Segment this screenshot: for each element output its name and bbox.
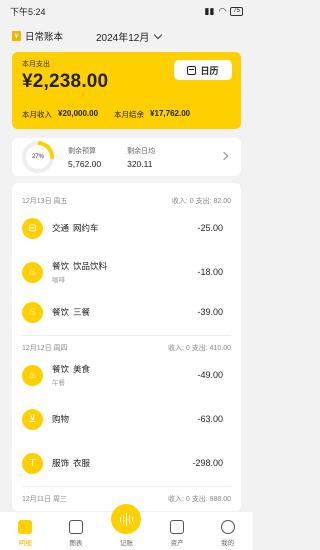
balance-group: 本月结余 ¥17,762.00 [114, 109, 190, 120]
remaining-budget-value: 5,762.00 [68, 158, 102, 169]
status-time: 下午5:24 [10, 6, 46, 17]
transaction-subcategory: 饮品饮料 [73, 261, 108, 271]
list-icon [18, 520, 33, 534]
transaction-subcategory: 衣服 [73, 458, 91, 468]
transaction-subcategory: 美食 [73, 364, 91, 374]
nav-mine-label: 我的 [221, 540, 235, 547]
user-icon [220, 520, 235, 534]
transport-icon: ⊟ [22, 217, 43, 239]
day-totals: 收入: 0 支出: 988.00 [167, 496, 231, 503]
balance-label: 本月结余 [114, 110, 145, 119]
shopping-cart-icon: ⊻ [22, 408, 43, 430]
section-divider [22, 335, 231, 336]
daily-average-value: 320.11 [127, 158, 153, 169]
transaction-amount: -39.00 [197, 307, 223, 317]
day-header: 12月12日 周四 收入: 0 支出: 410.00 [12, 340, 241, 356]
food-icon: ♨ [22, 364, 43, 386]
book-icon: ¥ [12, 31, 21, 41]
income-group: 本月收入 ¥20,000.00 [22, 109, 98, 120]
income-amount: ¥20,000.00 [58, 109, 99, 118]
bottom-nav: 明细 图表 记账 资产 我的 [0, 504, 253, 550]
transaction-category: 餐饮 [52, 261, 70, 271]
month-selector[interactable]: 2024年12月 [96, 29, 163, 44]
transaction-subcategory: 网约车 [73, 223, 99, 233]
status-bar: 下午5:24 ▮▮ ◠ 75 [0, 0, 253, 22]
chevron-right-icon [219, 151, 229, 161]
chart-icon [68, 520, 83, 534]
nav-chart[interactable]: 图表 [56, 520, 96, 547]
remaining-budget: 剩余预算 5,762.00 [68, 146, 101, 169]
calendar-button[interactable]: 日历 [174, 60, 232, 80]
transaction-list[interactable]: 12月13日 周五 收入: 0 支出: 82.00 ⊟ 交通 网约车 -25.00… [12, 183, 241, 511]
food-icon: ♨ [22, 261, 43, 283]
transaction-row[interactable]: ⊟ 交通 网约车 -25.00 [12, 209, 241, 247]
transaction-category: 餐饮 [52, 307, 70, 317]
month-label: 2024年12月 [96, 32, 150, 44]
nav-record-label: 记账 [119, 540, 133, 547]
balance-amount: ¥17,762.00 [150, 109, 191, 118]
transaction-amount: -298.00 [192, 458, 223, 468]
transaction-note: 午餐 [52, 380, 65, 387]
chevron-down-icon [154, 30, 163, 39]
daily-average-label: 剩余日均 [127, 147, 156, 155]
nav-bill-label: 明细 [18, 540, 32, 547]
budget-percent: 27% [26, 145, 50, 169]
remaining-budget-label: 剩余预算 [68, 147, 96, 155]
nav-chart-label: 图表 [69, 540, 83, 547]
transaction-amount: -25.00 [197, 223, 223, 233]
transaction-amount: -49.00 [197, 370, 223, 380]
nav-record[interactable]: 记账 [106, 504, 146, 547]
transaction-row[interactable]: ♨ 餐饮 饮品饮料 咖啡 -18.00 [12, 253, 241, 291]
day-date: 12月13日 周五 [22, 198, 68, 205]
day-totals: 收入: 0 支出: 82.00 [171, 198, 231, 205]
budget-progress-ring: 27% [22, 141, 54, 173]
transaction-row[interactable]: ⊤ 服饰 衣服 -298.00 [12, 444, 241, 482]
book-name: 日常账本 [25, 32, 64, 43]
transaction-amount: -18.00 [197, 267, 223, 277]
transaction-row[interactable]: ⊻ 购物 -63.00 [12, 400, 241, 438]
calendar-label: 日历 [200, 65, 219, 76]
nav-assets[interactable]: 资产 [157, 520, 197, 547]
section-divider [22, 486, 231, 487]
monthly-summary-card: 本月支出 ¥2,238.00 日历 本月收入 ¥20,000.00 本月结余 ¥… [12, 52, 241, 129]
food-icon: ♨ [22, 301, 43, 323]
transaction-amount: -63.00 [197, 414, 223, 424]
record-button[interactable] [111, 504, 142, 534]
day-date: 12月11日 周三 [22, 496, 67, 503]
calendar-icon [187, 65, 197, 75]
transaction-category: 餐饮 [52, 364, 70, 374]
voice-wave-icon [119, 512, 134, 526]
status-icons: ▮▮ ◠ 75 [205, 6, 243, 17]
nav-mine[interactable]: 我的 [208, 520, 248, 547]
summary-row: 本月收入 ¥20,000.00 本月结余 ¥17,762.00 [22, 109, 231, 120]
transaction-category: 服饰 [52, 458, 70, 468]
day-totals: 收入: 0 支出: 410.00 [167, 345, 231, 352]
battery-icon: 75 [230, 6, 243, 16]
budget-card[interactable]: 27% 剩余预算 5,762.00 剩余日均 320.11 [12, 138, 241, 176]
day-date: 12月12日 周四 [22, 345, 68, 352]
transaction-category: 交通 [52, 223, 70, 233]
day-header: 12月13日 周五 收入: 0 支出: 82.00 [12, 193, 241, 209]
nav-bill[interactable]: 明细 [5, 520, 45, 547]
daily-average: 剩余日均 320.11 [127, 146, 155, 169]
app-header: ¥ 日常账本 2024年12月 [0, 24, 253, 48]
book-selector[interactable]: ¥ 日常账本 [12, 29, 63, 43]
transaction-category: 购物 [52, 414, 70, 424]
transaction-row[interactable]: ♨ 餐饮 三餐 -39.00 [12, 293, 241, 331]
transaction-row[interactable]: ♨ 餐饮 美食 午餐 -49.00 [12, 356, 241, 394]
nav-assets-label: 资产 [170, 540, 184, 547]
transaction-note: 咖啡 [52, 277, 65, 284]
wifi-icon: ◠ [218, 5, 227, 16]
income-label: 本月收入 [22, 110, 52, 119]
wallet-icon [170, 520, 185, 534]
signal-icon: ▮▮ [204, 5, 215, 16]
clothing-icon: ⊤ [22, 452, 43, 474]
transaction-subcategory: 三餐 [73, 307, 91, 317]
